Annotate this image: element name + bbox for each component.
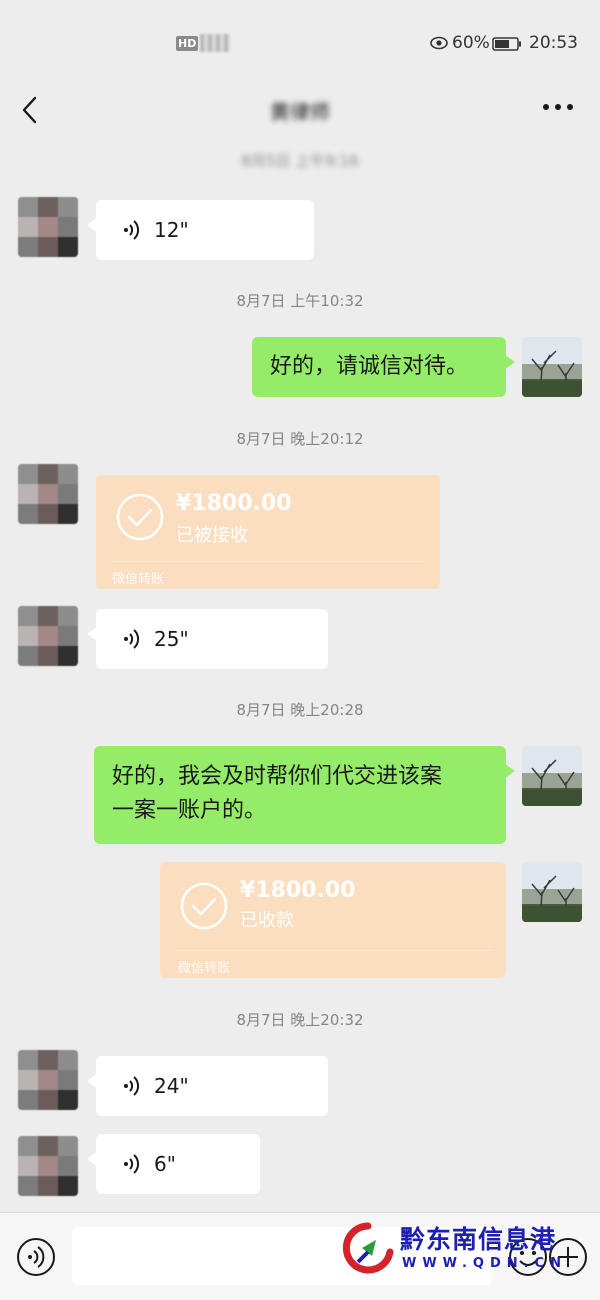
check-circle-icon <box>180 882 228 930</box>
message-text: 好的，请诚信对待。 <box>270 354 469 379</box>
tree-photo-icon <box>522 350 582 397</box>
tree-photo-icon <box>522 759 582 806</box>
status-bar: HD 60% 20:53 <box>0 0 600 88</box>
contact-avatar[interactable] <box>18 1050 78 1110</box>
transfer-status: 已被接收 <box>176 525 248 546</box>
transfer-footer: 微信转账 <box>178 961 231 976</box>
site-logo-icon <box>342 1222 394 1274</box>
voice-duration: 6" <box>154 1152 176 1176</box>
sent-text-message[interactable]: 好的，我会及时帮你们代交进该案 一案一账户的。 <box>94 746 515 844</box>
my-avatar[interactable] <box>522 746 582 806</box>
transfer-amount: ¥1800.00 <box>240 878 356 903</box>
message-text-line: 一案一账户的。 <box>112 798 267 823</box>
message-text-line: 好的，我会及时帮你们代交进该案 <box>112 764 443 789</box>
voice-duration: 25" <box>154 627 189 651</box>
contact-avatar[interactable] <box>18 197 78 257</box>
eye-icon <box>430 36 448 50</box>
voice-duration: 24" <box>154 1074 189 1098</box>
timestamp: 8月7日 上午10:32 <box>236 292 364 310</box>
transfer-footer: 微信转账 <box>112 572 165 587</box>
timestamp: 8月5日 上午9:16 <box>241 152 359 170</box>
watermark-chinese: 黔东南信息港 <box>400 1225 557 1254</box>
voice-message[interactable]: 12" <box>87 200 314 260</box>
voice-input-icon[interactable] <box>16 1237 56 1277</box>
voice-message[interactable]: 25" <box>87 609 328 669</box>
chat-header: 黄律师 <box>0 88 600 144</box>
timestamp: 8月7日 晚上20:32 <box>236 1011 364 1029</box>
battery-percent: 60% <box>452 33 490 53</box>
watermark-url: WWW.QDN.CN <box>402 1256 567 1271</box>
voice-wave-icon <box>124 220 140 240</box>
contact-avatar[interactable] <box>18 464 78 524</box>
transfer-status: 已收款 <box>240 910 294 931</box>
signal-icon <box>200 34 230 52</box>
battery-icon <box>492 37 521 51</box>
transfer-divider <box>110 561 426 562</box>
voice-wave-icon <box>124 1076 140 1096</box>
my-avatar[interactable] <box>522 337 582 397</box>
watermark: 黔东南信息港 WWW.QDN.CN <box>340 1218 590 1284</box>
timestamp: 8月7日 晚上20:12 <box>236 430 364 448</box>
voice-message[interactable]: 6" <box>87 1134 260 1194</box>
voice-message[interactable]: 24" <box>87 1056 328 1116</box>
voice-wave-icon <box>124 629 140 649</box>
transfer-divider <box>174 950 492 951</box>
contact-avatar[interactable] <box>18 1136 78 1196</box>
more-options-icon[interactable] <box>542 102 574 112</box>
tree-photo-icon <box>522 875 582 922</box>
voice-duration: 12" <box>154 218 189 242</box>
check-circle-icon <box>116 493 164 541</box>
transfer-card[interactable]: ¥1800.00 已收款 微信转账 <box>160 862 506 978</box>
clock: 20:53 <box>529 33 578 53</box>
transfer-card[interactable]: ¥1800.00 已被接收 微信转账 <box>96 475 440 589</box>
transfer-amount: ¥1800.00 <box>176 491 292 516</box>
contact-name: 黄律师 <box>270 100 330 124</box>
voice-wave-icon <box>124 1154 140 1174</box>
chat-area[interactable]: 8月5日 上午9:16 12" 8月7日 上午10:32 好的，请诚信对待。 8… <box>0 144 600 1212</box>
timestamp: 8月7日 晚上20:28 <box>236 701 364 719</box>
contact-avatar[interactable] <box>18 606 78 666</box>
my-avatar[interactable] <box>522 862 582 922</box>
sent-text-message[interactable]: 好的，请诚信对待。 <box>252 337 515 397</box>
hd-indicator: HD <box>176 36 199 51</box>
